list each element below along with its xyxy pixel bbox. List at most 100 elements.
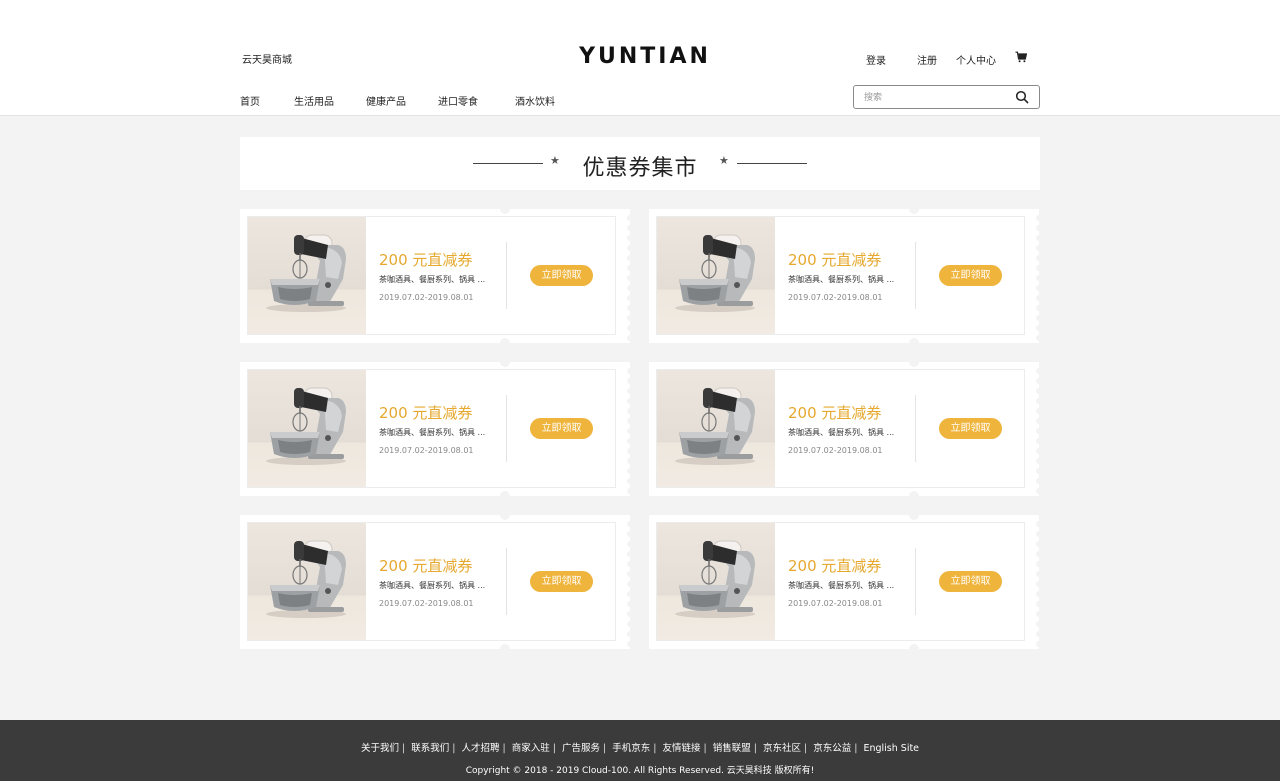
perforation-dot bbox=[1036, 561, 1042, 567]
coupon-description: 茶咖酒具、餐厨系列、锅具 ... bbox=[788, 275, 895, 284]
coupon-body: 200 元直减券 茶咖酒具、餐厨系列、锅具 ... 2019.07.02-201… bbox=[247, 522, 616, 641]
perforation-dot bbox=[1036, 245, 1042, 251]
register-link[interactable]: 注册 bbox=[917, 52, 937, 67]
coupon-validity-date: 2019.07.02-2019.08.01 bbox=[379, 293, 474, 302]
perforation-dot bbox=[627, 285, 633, 291]
coupon-card: 200 元直减券 茶咖酒具、餐厨系列、锅具 ... 2019.07.02-201… bbox=[649, 357, 1042, 501]
perforation-dot bbox=[627, 561, 633, 567]
coupon-description: 茶咖酒具、餐厨系列、锅具 ... bbox=[379, 428, 486, 437]
claim-coupon-button[interactable]: 立即领取 bbox=[530, 571, 593, 592]
footer-link-charity[interactable]: 京东公益 bbox=[813, 743, 851, 754]
nav-item-daily-goods[interactable]: 生活用品 bbox=[294, 93, 334, 108]
perforation-dot bbox=[627, 551, 633, 557]
claim-coupon-button[interactable]: 立即领取 bbox=[939, 571, 1002, 592]
stand-mixer-illustration bbox=[675, 387, 755, 465]
coupon-validity-date: 2019.07.02-2019.08.01 bbox=[379, 446, 474, 455]
search-box bbox=[853, 85, 1040, 109]
claim-coupon-button[interactable]: 立即领取 bbox=[939, 418, 1002, 439]
perforation-dot bbox=[627, 468, 633, 474]
nav-item-drinks[interactable]: 酒水饮料 bbox=[515, 93, 555, 108]
claim-coupon-button[interactable]: 立即领取 bbox=[939, 265, 1002, 286]
perforation-dot bbox=[1036, 458, 1042, 464]
perforation-dot bbox=[1036, 478, 1042, 484]
claim-coupon-button[interactable]: 立即领取 bbox=[530, 418, 593, 439]
logo[interactable]: YUNTIAN bbox=[0, 44, 1280, 69]
perforation-dot bbox=[1036, 531, 1042, 537]
footer-link-merchants[interactable]: 商家入驻 bbox=[512, 743, 550, 754]
nav-item-snacks[interactable]: 进口零食 bbox=[438, 93, 478, 108]
stand-mixer-illustration bbox=[266, 387, 346, 465]
search-input[interactable] bbox=[864, 90, 1004, 105]
cart-icon[interactable] bbox=[1015, 51, 1027, 63]
coupon-card: 200 元直减券 茶咖酒具、餐厨系列、锅具 ... 2019.07.02-201… bbox=[240, 357, 633, 501]
perforation-dot bbox=[1036, 448, 1042, 454]
perforation-dot bbox=[627, 418, 633, 424]
claim-coupon-button[interactable]: 立即领取 bbox=[530, 265, 593, 286]
perforation-dot bbox=[627, 408, 633, 414]
coupon-notch bbox=[500, 491, 510, 501]
perforation-dot bbox=[627, 521, 633, 527]
perforation-dot bbox=[627, 478, 633, 484]
coupon-body: 200 元直减券 茶咖酒具、餐厨系列、锅具 ... 2019.07.02-201… bbox=[656, 216, 1025, 335]
perforation-dot bbox=[1036, 571, 1042, 577]
account-link[interactable]: 个人中心 bbox=[956, 52, 996, 67]
footer-link-ads[interactable]: 广告服务 bbox=[562, 743, 600, 754]
perforation-dot bbox=[1036, 275, 1042, 281]
coupon-validity-date: 2019.07.02-2019.08.01 bbox=[788, 293, 883, 302]
coupon-amount: 200 元直减券 bbox=[379, 251, 473, 269]
coupon-amount: 200 元直减券 bbox=[379, 404, 473, 422]
perforation-dot bbox=[627, 541, 633, 547]
perforation-dot bbox=[1036, 225, 1042, 231]
perforation-dot bbox=[627, 591, 633, 597]
perforation-dot bbox=[1036, 295, 1042, 301]
perforation-dot bbox=[1036, 368, 1042, 374]
coupon-divider bbox=[506, 242, 507, 309]
coupon-body: 200 元直减券 茶咖酒具、餐厨系列、锅具 ... 2019.07.02-201… bbox=[247, 216, 616, 335]
perforation-dot bbox=[1036, 488, 1042, 494]
coupon-notch bbox=[500, 644, 510, 654]
footer-link-mobile[interactable]: 手机京东 bbox=[612, 743, 650, 754]
coupon-divider bbox=[915, 242, 916, 309]
login-link[interactable]: 登录 bbox=[866, 52, 886, 67]
coupon-description: 茶咖酒具、餐厨系列、锅具 ... bbox=[379, 581, 486, 590]
perforation-dot bbox=[627, 335, 633, 341]
perforation-dot bbox=[627, 325, 633, 331]
footer-link-friends[interactable]: 友情链接 bbox=[662, 743, 700, 754]
nav-item-home[interactable]: 首页 bbox=[240, 93, 260, 108]
footer-link-affiliate[interactable]: 销售联盟 bbox=[713, 743, 751, 754]
coupon-notch bbox=[909, 644, 919, 654]
perforation-dot bbox=[1036, 601, 1042, 607]
perforation-dot bbox=[627, 225, 633, 231]
perforation-dot bbox=[627, 388, 633, 394]
coupon-amount: 200 元直减券 bbox=[788, 404, 882, 422]
coupon-notch bbox=[909, 491, 919, 501]
footer-link-careers[interactable]: 人才招聘 bbox=[461, 743, 499, 754]
coupon-validity-date: 2019.07.02-2019.08.01 bbox=[379, 599, 474, 608]
perforation-dot bbox=[627, 621, 633, 627]
coupon-card: 200 元直减券 茶咖酒具、餐厨系列、锅具 ... 2019.07.02-201… bbox=[240, 510, 633, 654]
perforation-dot bbox=[1036, 468, 1042, 474]
footer-link-about[interactable]: 关于我们 bbox=[361, 743, 399, 754]
footer-link-community[interactable]: 京东社区 bbox=[763, 743, 801, 754]
perforation-dot bbox=[1036, 541, 1042, 547]
perforation-dot bbox=[1036, 265, 1042, 271]
perforation-dot bbox=[627, 611, 633, 617]
coupon-description: 茶咖酒具、餐厨系列、锅具 ... bbox=[788, 581, 895, 590]
coupon-card: 200 元直减券 茶咖酒具、餐厨系列、锅具 ... 2019.07.02-201… bbox=[649, 204, 1042, 348]
perforation-dot bbox=[1036, 388, 1042, 394]
perforation-dot bbox=[1036, 335, 1042, 341]
perforation-dot bbox=[627, 571, 633, 577]
footer-link-english[interactable]: English Site bbox=[863, 743, 919, 754]
perforation-dot bbox=[1036, 398, 1042, 404]
coupon-card: 200 元直减券 茶咖酒具、餐厨系列、锅具 ... 2019.07.02-201… bbox=[240, 204, 633, 348]
perforation-dot bbox=[1036, 551, 1042, 557]
perforation-dot bbox=[1036, 215, 1042, 221]
perforation-dot bbox=[627, 531, 633, 537]
perforation-dot bbox=[1036, 591, 1042, 597]
footer-link-contact[interactable]: 联系我们 bbox=[411, 743, 449, 754]
coupon-notch bbox=[909, 357, 919, 367]
coupon-description: 茶咖酒具、餐厨系列、锅具 ... bbox=[379, 275, 486, 284]
search-icon[interactable] bbox=[1015, 90, 1029, 104]
stand-mixer-illustration bbox=[675, 234, 755, 312]
nav-item-health[interactable]: 健康产品 bbox=[366, 93, 406, 108]
